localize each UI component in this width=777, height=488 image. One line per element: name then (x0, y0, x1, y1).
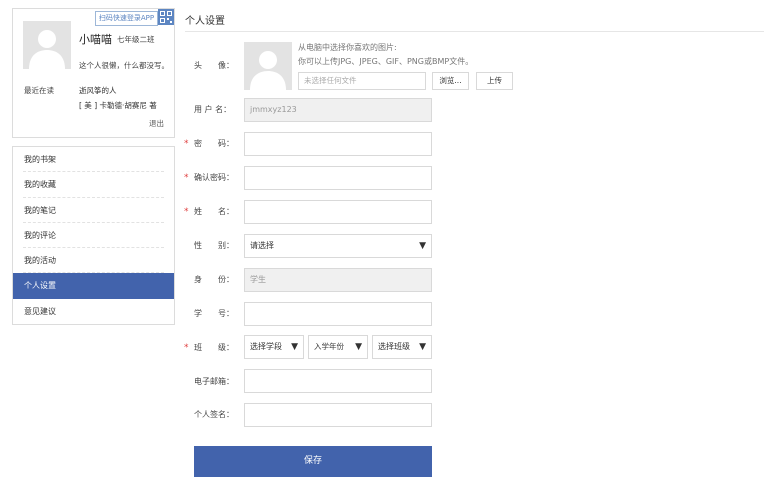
confirm-password-label: 确认密码： (194, 173, 234, 182)
menu-item-bookshelf[interactable]: 我的书架 (13, 147, 174, 173)
avatar-label: 头 像： (194, 61, 234, 70)
gender-label: 性 别： (194, 241, 234, 250)
chevron-down-icon: ▼ (355, 342, 362, 352)
email-input[interactable] (244, 369, 432, 393)
page-title: 个人设置 (185, 16, 225, 27)
stage-select[interactable]: 选择学段 ▼ (244, 335, 304, 359)
username-field: jmmxyz123 (244, 98, 432, 122)
required-mark: * (184, 207, 189, 217)
chevron-down-icon: ▼ (419, 241, 426, 251)
browse-button[interactable]: 浏览... (432, 72, 469, 90)
upload-button[interactable]: 上传 (476, 72, 513, 90)
upload-format-hint: 你可以上传JPG、JPEG、GIF、PNG或BMP文件。 (298, 57, 474, 66)
upload-hint: 从电脑中选择你喜欢的图片: (298, 43, 397, 52)
email-label: 电子邮箱： (194, 377, 234, 386)
password-label: 密 码： (194, 139, 234, 148)
profile-card: 扫码快速登录APP 小喵喵 七年级二班 这个人很懒，什么都没写。 最近在读 逝风… (12, 8, 175, 138)
menu-item-settings[interactable]: 个人设置 (13, 273, 174, 299)
class-selected-value: 选择班级 (378, 342, 410, 351)
menu-item-favorites[interactable]: 我的收藏 (13, 172, 174, 198)
stage-selected-value: 选择学段 (250, 342, 282, 351)
menu-item-activities[interactable]: 我的活动 (13, 248, 174, 274)
real-name-input[interactable] (244, 200, 432, 224)
required-mark: * (184, 173, 189, 183)
class-label: 班 级： (194, 343, 234, 352)
reading-label: 最近在读 (24, 86, 54, 95)
enroll-year-select[interactable]: 入学年份 ▼ (308, 335, 368, 359)
chevron-down-icon: ▼ (291, 342, 298, 352)
reading-book-title[interactable]: 逝风筝的人 (79, 85, 117, 96)
password-input[interactable] (244, 132, 432, 156)
menu-item-comments[interactable]: 我的评论 (13, 223, 174, 249)
side-menu: 我的书架 我的收藏 我的笔记 我的评论 我的活动 个人设置 意见建议 (12, 146, 175, 326)
file-name-display: 未选择任何文件 (298, 72, 426, 90)
enroll-year-selected-value: 入学年份 (314, 342, 344, 351)
signature-label: 个人签名： (194, 410, 234, 419)
gender-select[interactable]: 请选择 ▼ (244, 234, 432, 258)
user-grade: 七年级二班 (117, 35, 155, 44)
signature-input[interactable] (244, 403, 432, 427)
username-label: 用 户 名： (194, 105, 232, 114)
real-name-label: 姓 名： (194, 207, 234, 216)
menu-item-notes[interactable]: 我的笔记 (13, 198, 174, 224)
identity-field: 学生 (244, 268, 432, 292)
avatar-preview (244, 42, 292, 90)
title-divider (185, 31, 764, 32)
required-mark: * (184, 139, 189, 149)
reading-book-author: [ 美 ] 卡勒德·胡赛尼 著 (79, 101, 157, 110)
menu-item-feedback[interactable]: 意见建议 (13, 299, 174, 324)
student-id-input[interactable] (244, 302, 432, 326)
student-id-label: 学 号： (194, 309, 234, 318)
save-button[interactable]: 保存 (194, 446, 432, 477)
app-login-badge[interactable]: 扫码快速登录APP (95, 11, 158, 26)
qr-code-icon[interactable] (158, 9, 174, 25)
gender-selected-value: 请选择 (250, 241, 274, 250)
identity-label: 身 份： (194, 275, 234, 284)
user-bio: 这个人很懒，什么都没写。 (79, 61, 169, 70)
chevron-down-icon: ▼ (419, 342, 426, 352)
confirm-password-input[interactable] (244, 166, 432, 190)
user-name: 小喵喵 (79, 33, 112, 46)
logout-link[interactable]: 退出 (149, 118, 164, 129)
required-mark: * (184, 343, 189, 353)
class-select[interactable]: 选择班级 ▼ (372, 335, 432, 359)
user-avatar[interactable] (23, 21, 71, 69)
